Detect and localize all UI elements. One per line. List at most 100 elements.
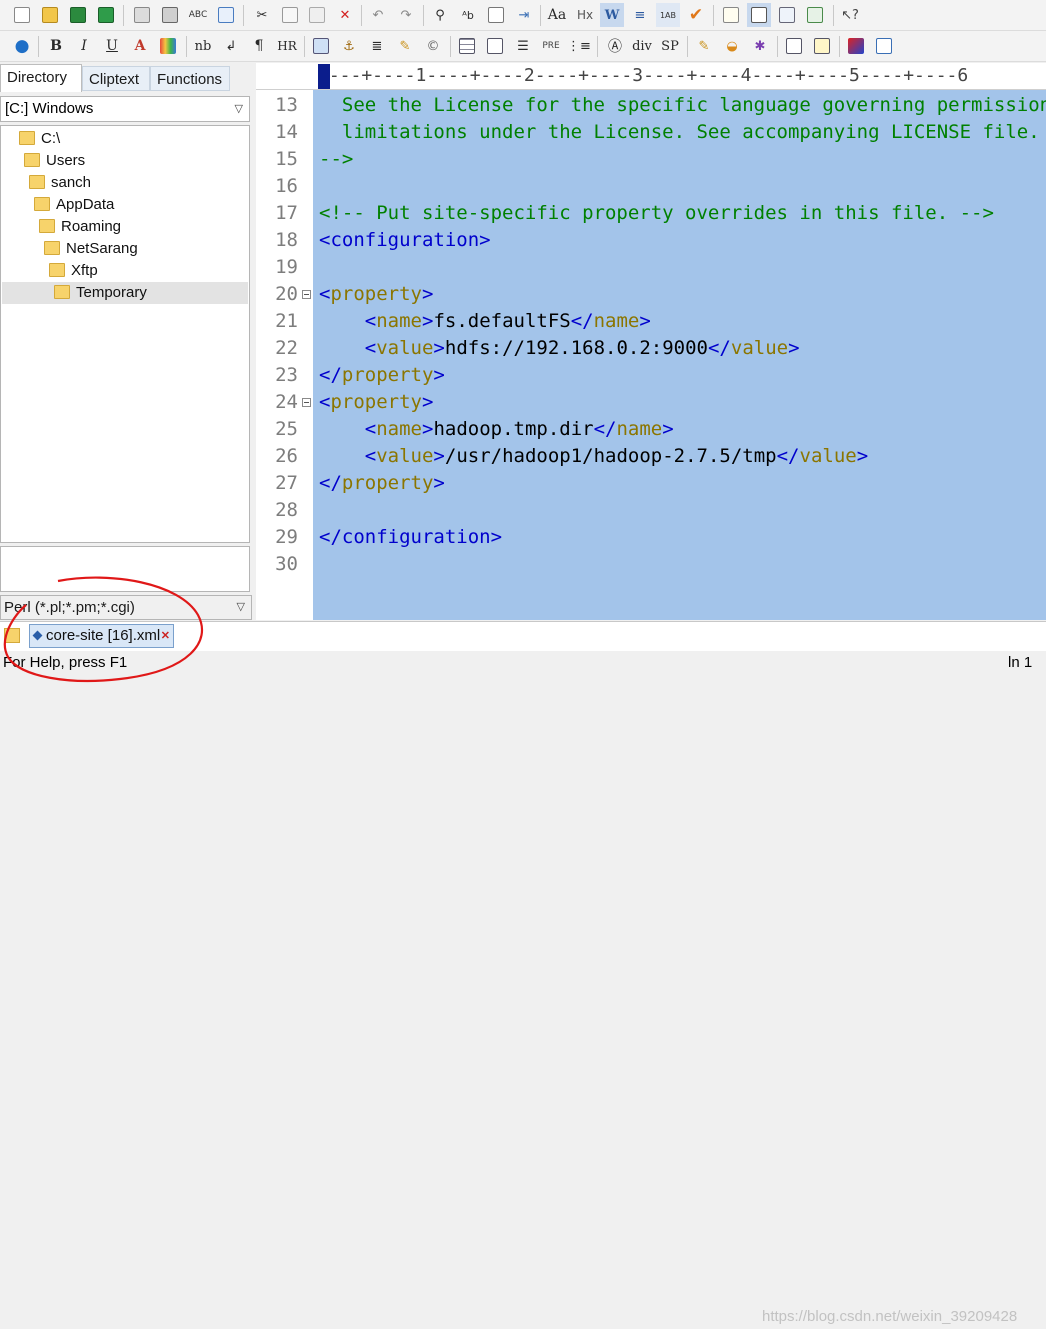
- main-toolbar: ABC ✂ ✕ ↶ ↷ ⚲ ᴬb ⇥ Aa Hx W ≡ 1AB ✔ ↖?: [0, 0, 1046, 31]
- paste-icon[interactable]: [305, 3, 329, 27]
- font-color-icon[interactable]: A: [128, 34, 152, 58]
- tab-cliptext[interactable]: Cliptext: [82, 66, 150, 91]
- span-icon[interactable]: SP: [658, 34, 682, 58]
- find-replace-icon[interactable]: ᴬb: [456, 3, 480, 27]
- new-file-icon[interactable]: [10, 3, 34, 27]
- copyright-icon[interactable]: ©: [421, 34, 445, 58]
- tab-directory[interactable]: Directory: [0, 64, 82, 92]
- panel-left-icon[interactable]: [782, 34, 806, 58]
- delete-icon[interactable]: ✕: [333, 3, 357, 27]
- code-line: <property>: [319, 281, 433, 308]
- panel-right-icon[interactable]: [810, 34, 834, 58]
- numbered-list-icon[interactable]: ⋮≡: [567, 34, 591, 58]
- tree-node[interactable]: NetSarang: [44, 238, 138, 260]
- red-annotation-circle: [3, 576, 204, 683]
- tree-node[interactable]: Xftp: [49, 260, 98, 282]
- view-document-icon[interactable]: [719, 3, 743, 27]
- code-token: name: [616, 418, 663, 440]
- fold-toggle-icon[interactable]: [302, 290, 311, 299]
- redo-icon[interactable]: ↷: [394, 3, 418, 27]
- line-number: 21: [275, 310, 298, 332]
- code-token: <configuration>: [319, 229, 491, 251]
- horizontal-rule-icon[interactable]: HR: [275, 34, 299, 58]
- view-split-icon[interactable]: [747, 3, 771, 27]
- code-line: </property>: [319, 362, 445, 389]
- code-token: >: [639, 310, 651, 332]
- find-in-files-icon[interactable]: [484, 3, 508, 27]
- form-edit-icon[interactable]: ✎: [393, 34, 417, 58]
- find-icon[interactable]: ⚲: [428, 3, 452, 27]
- comment-icon[interactable]: ◒: [720, 34, 744, 58]
- image-icon[interactable]: [309, 34, 333, 58]
- nbsp-icon[interactable]: nb: [191, 34, 215, 58]
- fold-toggle-icon[interactable]: [302, 398, 311, 407]
- cut-icon[interactable]: ✂: [250, 3, 274, 27]
- line-number-gutter: 13 14 15 16 17 18 19 20 21 22 23 24 25 26 27 28 29 30: [256, 90, 313, 620]
- plugins-icon[interactable]: ✱: [748, 34, 772, 58]
- spell-check-icon[interactable]: ABC: [186, 3, 210, 27]
- tree-node[interactable]: sanch: [29, 172, 91, 194]
- color-picker-icon[interactable]: [844, 34, 868, 58]
- edit-style-icon[interactable]: ✎: [692, 34, 716, 58]
- code-line: See the License for the specific languag…: [319, 92, 1046, 119]
- code-token: name: [376, 310, 422, 332]
- code-token: value: [799, 445, 857, 467]
- code-token: See the License for the specific languag…: [319, 94, 1046, 116]
- div-icon[interactable]: div: [630, 34, 654, 58]
- anchor-icon[interactable]: ⚓: [337, 34, 361, 58]
- text-box-icon[interactable]: Ⓐ: [603, 34, 627, 58]
- convert-icon[interactable]: [214, 3, 238, 27]
- code-token: </configuration>: [319, 526, 503, 548]
- help-pointer-icon[interactable]: ↖?: [838, 3, 862, 27]
- line-number: 15: [275, 148, 298, 170]
- paragraph-icon[interactable]: ¶: [247, 34, 271, 58]
- window-icon[interactable]: [872, 34, 896, 58]
- save-icon[interactable]: [66, 3, 90, 27]
- print-icon[interactable]: [158, 3, 182, 27]
- code-line: </configuration>: [319, 524, 502, 551]
- code-token: <!-- Put site-specific property override…: [319, 202, 994, 224]
- hex-mode-icon[interactable]: Hx: [573, 3, 597, 27]
- preformatted-icon[interactable]: PRE: [539, 34, 563, 58]
- wrap-lines-icon[interactable]: ≡: [628, 3, 652, 27]
- drive-select[interactable]: [C:] Windows ▽: [0, 96, 250, 122]
- table-icon[interactable]: [455, 34, 479, 58]
- undo-icon[interactable]: ↶: [366, 3, 390, 27]
- line-number: 13: [275, 94, 298, 116]
- word-wrap-icon[interactable]: W: [600, 3, 624, 27]
- view-output-icon[interactable]: [775, 3, 799, 27]
- code-editor[interactable]: See the License for the specific languag…: [313, 90, 1046, 620]
- globe-icon[interactable]: ●: [10, 34, 34, 58]
- copy-icon[interactable]: [278, 3, 302, 27]
- table-lines-icon[interactable]: ≣: [365, 34, 389, 58]
- underline-icon[interactable]: U: [100, 34, 124, 58]
- line-break-icon[interactable]: ↲: [219, 34, 243, 58]
- spelling-icon[interactable]: ✔: [684, 3, 708, 27]
- tree-node[interactable]: C:\: [19, 128, 60, 150]
- list-box-icon[interactable]: [483, 34, 507, 58]
- tree-node[interactable]: Users: [24, 150, 85, 172]
- tree-node-selected[interactable]: Temporary: [2, 282, 248, 304]
- tree-node[interactable]: Roaming: [39, 216, 121, 238]
- line-number: 20: [275, 283, 298, 305]
- code-token: name: [593, 310, 640, 332]
- line-numbers-icon[interactable]: 1AB: [656, 3, 680, 27]
- save-all-icon[interactable]: [94, 3, 118, 27]
- font-size-icon[interactable]: Aa: [545, 3, 569, 27]
- print-preview-icon[interactable]: [130, 3, 154, 27]
- bold-icon[interactable]: B: [44, 34, 68, 58]
- line-number: 14: [275, 121, 298, 143]
- code-line: <name>hadoop.tmp.dir</name>: [319, 416, 674, 443]
- code-token: <: [364, 418, 377, 440]
- align-center-icon[interactable]: ☰: [511, 34, 535, 58]
- italic-icon[interactable]: I: [72, 34, 96, 58]
- goto-line-icon[interactable]: ⇥: [512, 3, 536, 27]
- tab-functions[interactable]: Functions: [150, 66, 230, 91]
- open-folder-icon: [54, 285, 70, 299]
- tree-node[interactable]: AppData: [34, 194, 114, 216]
- open-file-icon[interactable]: [38, 3, 62, 27]
- ruler-cursor-marker: [318, 64, 330, 89]
- color-grid-icon[interactable]: [156, 34, 180, 58]
- view-browser-icon[interactable]: [803, 3, 827, 27]
